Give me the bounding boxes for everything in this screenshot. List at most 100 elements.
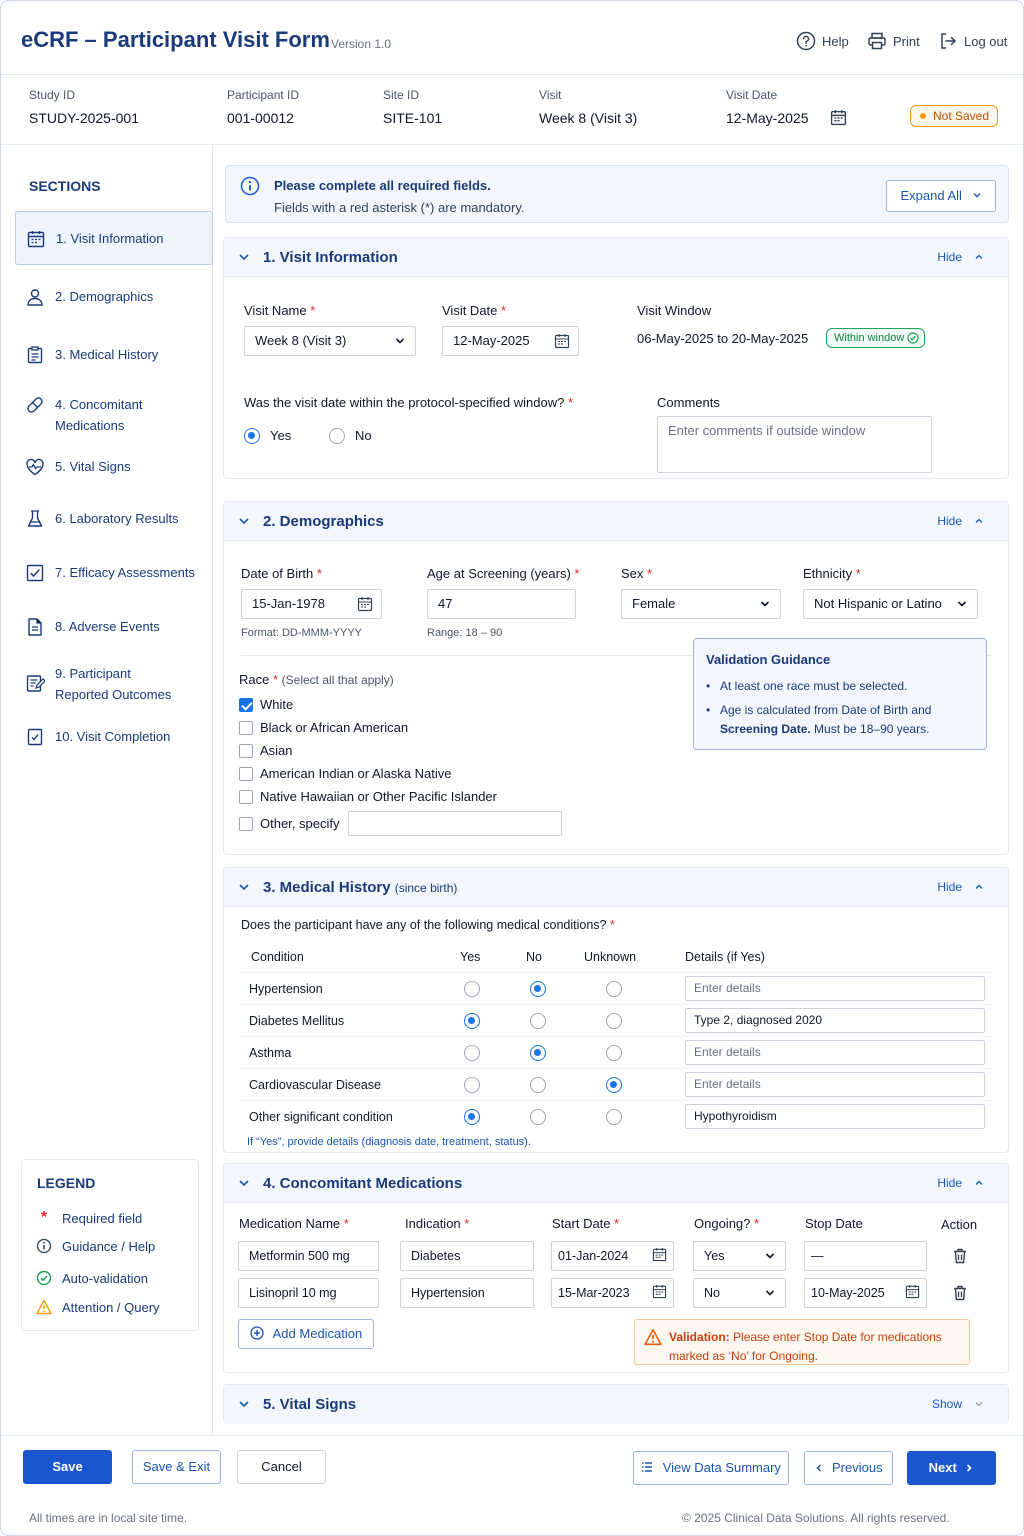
- medication-name-input[interactable]: Lisinopril 10 mg: [238, 1278, 379, 1308]
- unknown-radio[interactable]: [606, 1013, 622, 1029]
- calendar-icon[interactable]: [830, 109, 847, 126]
- chevron-up-icon: [975, 254, 983, 259]
- section-header[interactable]: 3. Medical History (since birth) Hide: [224, 868, 1008, 907]
- details-input[interactable]: Enter details: [685, 1072, 985, 1097]
- chevron-up-icon: [975, 1180, 983, 1185]
- calendar-icon[interactable]: [652, 1284, 667, 1299]
- calendar-icon[interactable]: [905, 1284, 920, 1299]
- sidebar-item-vital-signs[interactable]: 5. Vital Signs: [15, 456, 213, 477]
- ethnicity-select[interactable]: Not Hispanic or Latino: [803, 589, 978, 619]
- trash-icon[interactable]: [951, 1247, 969, 1265]
- medical-history-question: Does the participant have any of the fol…: [241, 918, 615, 932]
- race-pacific-islander-checkbox[interactable]: [239, 790, 253, 804]
- calendar-icon[interactable]: [357, 596, 373, 612]
- race-asian-checkbox[interactable]: [239, 744, 253, 758]
- legend-guidance: Guidance / Help: [36, 1238, 155, 1254]
- sidebar-item-adverse-events[interactable]: 8. Adverse Events: [15, 616, 213, 637]
- hide-toggle[interactable]: Hide: [937, 514, 984, 528]
- indication-input[interactable]: Diabetes: [400, 1241, 534, 1271]
- table-row: Diabetes Mellitus Type 2, diagnosed 2020: [240, 1004, 992, 1036]
- expand-all-button[interactable]: Expand All: [886, 180, 996, 212]
- section-visit-information: 1. Visit Information Hide Visit Name * W…: [223, 237, 1009, 479]
- indication-input[interactable]: Hypertension: [400, 1278, 534, 1308]
- medication-name-input[interactable]: Metformin 500 mg: [238, 1241, 379, 1271]
- info-icon: [240, 176, 260, 196]
- section-title: 2. Demographics: [263, 513, 384, 530]
- start-date-input[interactable]: 15-Mar-2023: [551, 1278, 674, 1308]
- no-radio[interactable]: [530, 1109, 546, 1125]
- ongoing-select[interactable]: No: [693, 1278, 786, 1308]
- help-icon: [796, 31, 816, 51]
- sex-select[interactable]: Female: [621, 589, 781, 619]
- ongoing-select[interactable]: Yes: [693, 1241, 786, 1271]
- section-header[interactable]: 5. Vital Signs Show: [224, 1385, 1008, 1424]
- sidebar-item-medical-history[interactable]: 3. Medical History: [15, 344, 213, 365]
- start-date-input[interactable]: 01-Jan-2024: [551, 1241, 674, 1271]
- section-header[interactable]: 4. Concomitant Medications Hide: [224, 1164, 1008, 1203]
- race-american-indian-checkbox[interactable]: [239, 767, 253, 781]
- print-button[interactable]: Print: [867, 31, 920, 51]
- yes-radio[interactable]: [464, 1045, 480, 1061]
- next-button[interactable]: Next: [907, 1451, 996, 1485]
- unknown-radio[interactable]: [606, 981, 622, 997]
- unknown-radio[interactable]: [606, 1077, 622, 1093]
- age-input[interactable]: 47: [427, 589, 576, 619]
- sidebar-item-participant-reported-outcomes[interactable]: 9. Participant Reported Outcomes: [15, 663, 213, 705]
- race-white-checkbox[interactable]: [239, 698, 253, 712]
- comments-textarea[interactable]: Enter comments if outside window: [657, 416, 932, 473]
- logout-button[interactable]: Log out: [938, 31, 1007, 51]
- yes-radio[interactable]: [464, 981, 480, 997]
- window-no-radio[interactable]: [329, 428, 345, 444]
- sidebar-item-concomitant-medications[interactable]: 4. Concomitant Medications: [15, 394, 213, 436]
- chevron-up-icon: [975, 884, 983, 889]
- yes-radio[interactable]: [464, 1013, 480, 1029]
- stop-date-input[interactable]: 10-May-2025: [804, 1278, 927, 1308]
- dob-input[interactable]: 15-Jan-1978: [241, 589, 382, 619]
- yes-radio[interactable]: [464, 1109, 480, 1125]
- details-input[interactable]: Enter details: [685, 1040, 985, 1065]
- sidebar-item-demographics[interactable]: 2. Demographics: [15, 286, 213, 307]
- sidebar-title: SECTIONS: [29, 178, 101, 194]
- sidebar-item-laboratory-results[interactable]: 6. Laboratory Results: [15, 508, 213, 529]
- visit-name-select[interactable]: Week 8 (Visit 3): [244, 326, 416, 356]
- no-radio[interactable]: [530, 981, 546, 997]
- sidebar-item-visit-information[interactable]: 1. Visit Information: [15, 211, 213, 265]
- race-other-checkbox[interactable]: [239, 817, 253, 831]
- add-medication-button[interactable]: Add Medication: [238, 1319, 374, 1349]
- previous-button[interactable]: Previous: [804, 1451, 893, 1485]
- show-toggle[interactable]: Show: [932, 1397, 984, 1411]
- view-summary-button[interactable]: View Data Summary: [633, 1451, 789, 1485]
- within-window-badge: Within window: [826, 328, 926, 348]
- column-header-yes: Yes: [460, 950, 481, 964]
- calendar-icon[interactable]: [652, 1247, 667, 1262]
- details-input[interactable]: Enter details: [685, 976, 985, 1001]
- sidebar-item-visit-completion[interactable]: 10. Visit Completion: [15, 726, 213, 747]
- details-input[interactable]: Type 2, diagnosed 2020: [685, 1008, 985, 1033]
- stop-date-input[interactable]: —: [804, 1241, 927, 1271]
- help-button[interactable]: Help: [796, 31, 849, 51]
- section-header[interactable]: 1. Visit Information Hide: [224, 238, 1008, 277]
- unknown-radio[interactable]: [606, 1109, 622, 1125]
- hide-toggle[interactable]: Hide: [937, 250, 984, 264]
- window-yes-radio[interactable]: [244, 428, 260, 444]
- section-header[interactable]: 2. Demographics Hide: [224, 502, 1008, 541]
- cancel-button[interactable]: Cancel: [237, 1450, 326, 1484]
- details-input[interactable]: Hypothyroidism: [685, 1104, 985, 1129]
- no-radio[interactable]: [530, 1077, 546, 1093]
- race-other-input[interactable]: [348, 811, 562, 836]
- trash-icon[interactable]: [951, 1284, 969, 1302]
- sidebar-item-efficacy-assessments[interactable]: 7. Efficacy Assessments: [15, 562, 213, 583]
- visit-date-input[interactable]: 12-May-2025: [442, 326, 579, 356]
- no-radio[interactable]: [530, 1013, 546, 1029]
- no-radio[interactable]: [530, 1045, 546, 1061]
- person-icon: [27, 289, 43, 306]
- unknown-radio[interactable]: [606, 1045, 622, 1061]
- save-button[interactable]: Save: [23, 1450, 112, 1484]
- save-exit-button[interactable]: Save & Exit: [132, 1450, 221, 1484]
- race-black-checkbox[interactable]: [239, 721, 253, 735]
- yes-radio[interactable]: [464, 1077, 480, 1093]
- calendar-icon[interactable]: [554, 333, 570, 349]
- hide-toggle[interactable]: Hide: [937, 880, 984, 894]
- chevron-down-icon: [239, 254, 249, 261]
- hide-toggle[interactable]: Hide: [937, 1176, 984, 1190]
